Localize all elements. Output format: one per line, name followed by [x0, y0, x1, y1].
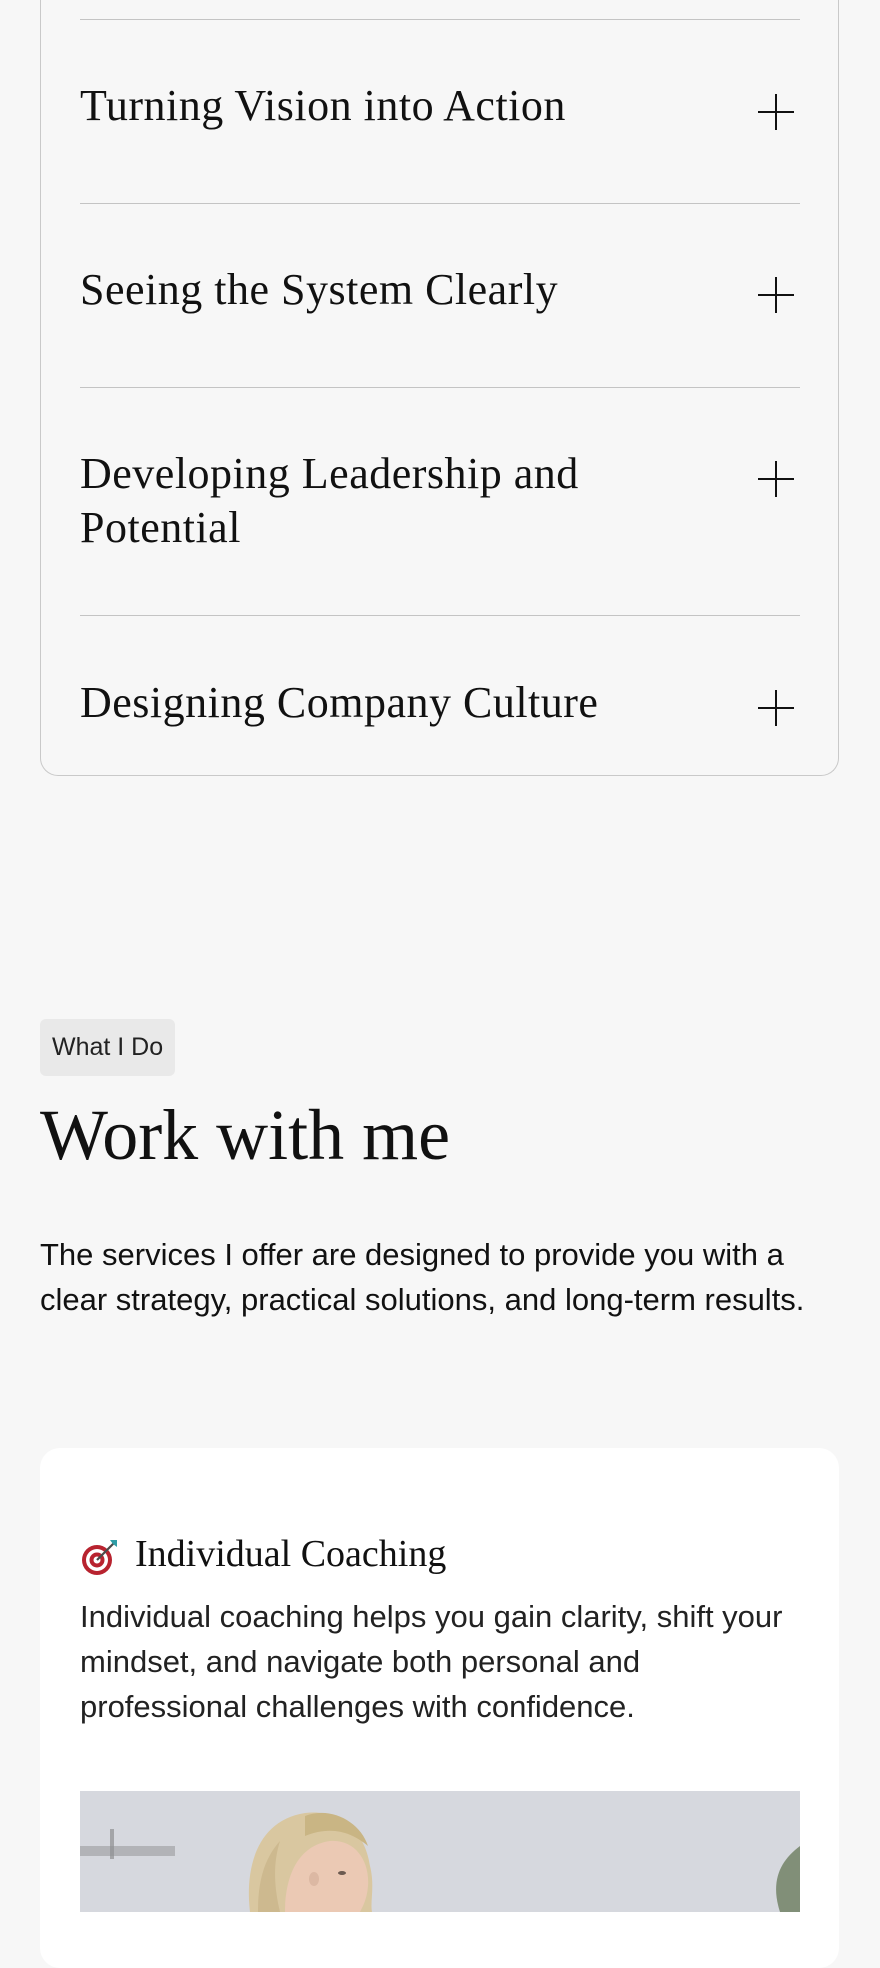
plus-icon[interactable]: [758, 690, 794, 726]
accordion-item-title[interactable]: Developing Leadership and Potential: [80, 447, 660, 555]
coach-photo-illustration: [80, 1791, 800, 1912]
plus-icon[interactable]: [758, 94, 794, 130]
accordion-divider: [80, 203, 800, 204]
accordion-item-title[interactable]: Designing Company Culture: [80, 676, 660, 730]
section-title: Work with me: [40, 1095, 451, 1175]
service-description: Individual coaching helps you gain clari…: [80, 1599, 783, 1724]
target-icon: [82, 1540, 117, 1575]
accordion-item-title[interactable]: Seeing the System Clearly: [80, 263, 660, 317]
accordion-divider: [80, 387, 800, 388]
section-tag: What I Do: [40, 1019, 176, 1076]
section-description: The services I offer are designed to pro…: [40, 1237, 805, 1317]
accordion-divider: [80, 19, 800, 20]
plus-icon[interactable]: [758, 277, 794, 313]
plus-icon[interactable]: [758, 461, 794, 497]
service-title: Individual Coaching: [135, 1533, 447, 1575]
coach-photo: [80, 1791, 800, 1912]
accordion-item-title[interactable]: Turning Vision into Action: [80, 79, 660, 133]
accordion-divider: [80, 615, 800, 616]
